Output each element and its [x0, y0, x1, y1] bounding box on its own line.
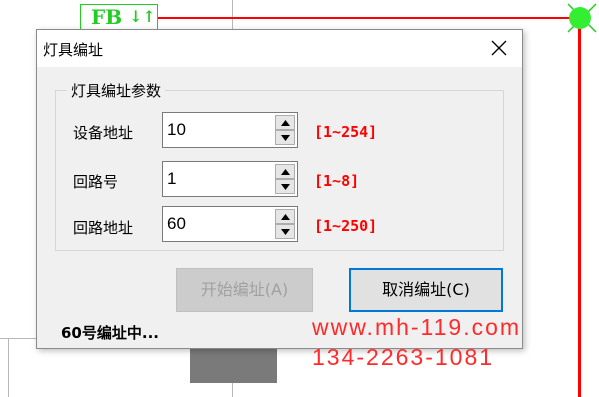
loop-address-down-button[interactable] [275, 224, 295, 239]
device-address-down-button[interactable] [275, 130, 295, 145]
dialog-titlebar[interactable]: 灯具编址 [37, 30, 522, 67]
loop-address-range: [1~250] [314, 217, 378, 235]
arrow-up-icon [281, 214, 290, 220]
device-address-up-button[interactable] [275, 115, 295, 130]
red-wire-right [578, 17, 581, 397]
loop-number-spinner [162, 161, 298, 197]
loop-number-down-button[interactable] [275, 179, 295, 194]
close-icon [491, 40, 507, 56]
close-button[interactable] [481, 32, 517, 64]
cancel-addressing-button[interactable]: 取消编址(C) [349, 268, 503, 312]
cad-line-vertical [232, 0, 233, 29]
arrow-down-icon [281, 135, 290, 141]
loop-address-input[interactable] [165, 209, 277, 239]
device-address-spinner [162, 112, 298, 148]
loop-number-label: 回路号 [73, 173, 119, 191]
red-wire-top [158, 17, 578, 19]
device-tag-arrow: ↓↑ [129, 7, 156, 26]
green-node-icon [567, 3, 597, 33]
device-address-input[interactable] [165, 115, 277, 145]
params-group-title: 灯具编址参数 [67, 80, 166, 101]
device-address-label: 设备地址 [73, 124, 134, 142]
arrow-down-icon [281, 229, 290, 235]
dialog-title: 灯具编址 [43, 41, 104, 59]
arrow-down-icon [281, 184, 290, 190]
start-addressing-button[interactable]: 开始编址(A) [176, 268, 313, 312]
status-text: 60号编址中... [61, 324, 159, 342]
loop-number-range: [1~8] [314, 172, 360, 190]
loop-address-up-button[interactable] [275, 209, 295, 224]
device-address-range: [1~254] [314, 123, 378, 141]
loop-address-spinner [162, 206, 298, 242]
arrow-up-icon [281, 120, 290, 126]
device-tag-text: FB [91, 5, 123, 29]
cad-line-horizontal [0, 338, 36, 339]
watermark-phone: 134-2263-1081 [312, 344, 495, 370]
gray-block [190, 349, 277, 383]
loop-number-up-button[interactable] [275, 164, 295, 179]
device-tag: FB ↓↑ [80, 4, 158, 30]
loop-address-label: 回路地址 [73, 219, 134, 237]
address-dialog: 灯具编址 灯具编址参数 设备地址 [1~254] 回路号 [1~8] 回路 [36, 29, 523, 349]
watermark-url: www.mh-119.com [312, 314, 522, 340]
loop-number-input[interactable] [165, 164, 277, 194]
arrow-up-icon [281, 169, 290, 175]
cad-line-vertical-left [8, 338, 9, 397]
